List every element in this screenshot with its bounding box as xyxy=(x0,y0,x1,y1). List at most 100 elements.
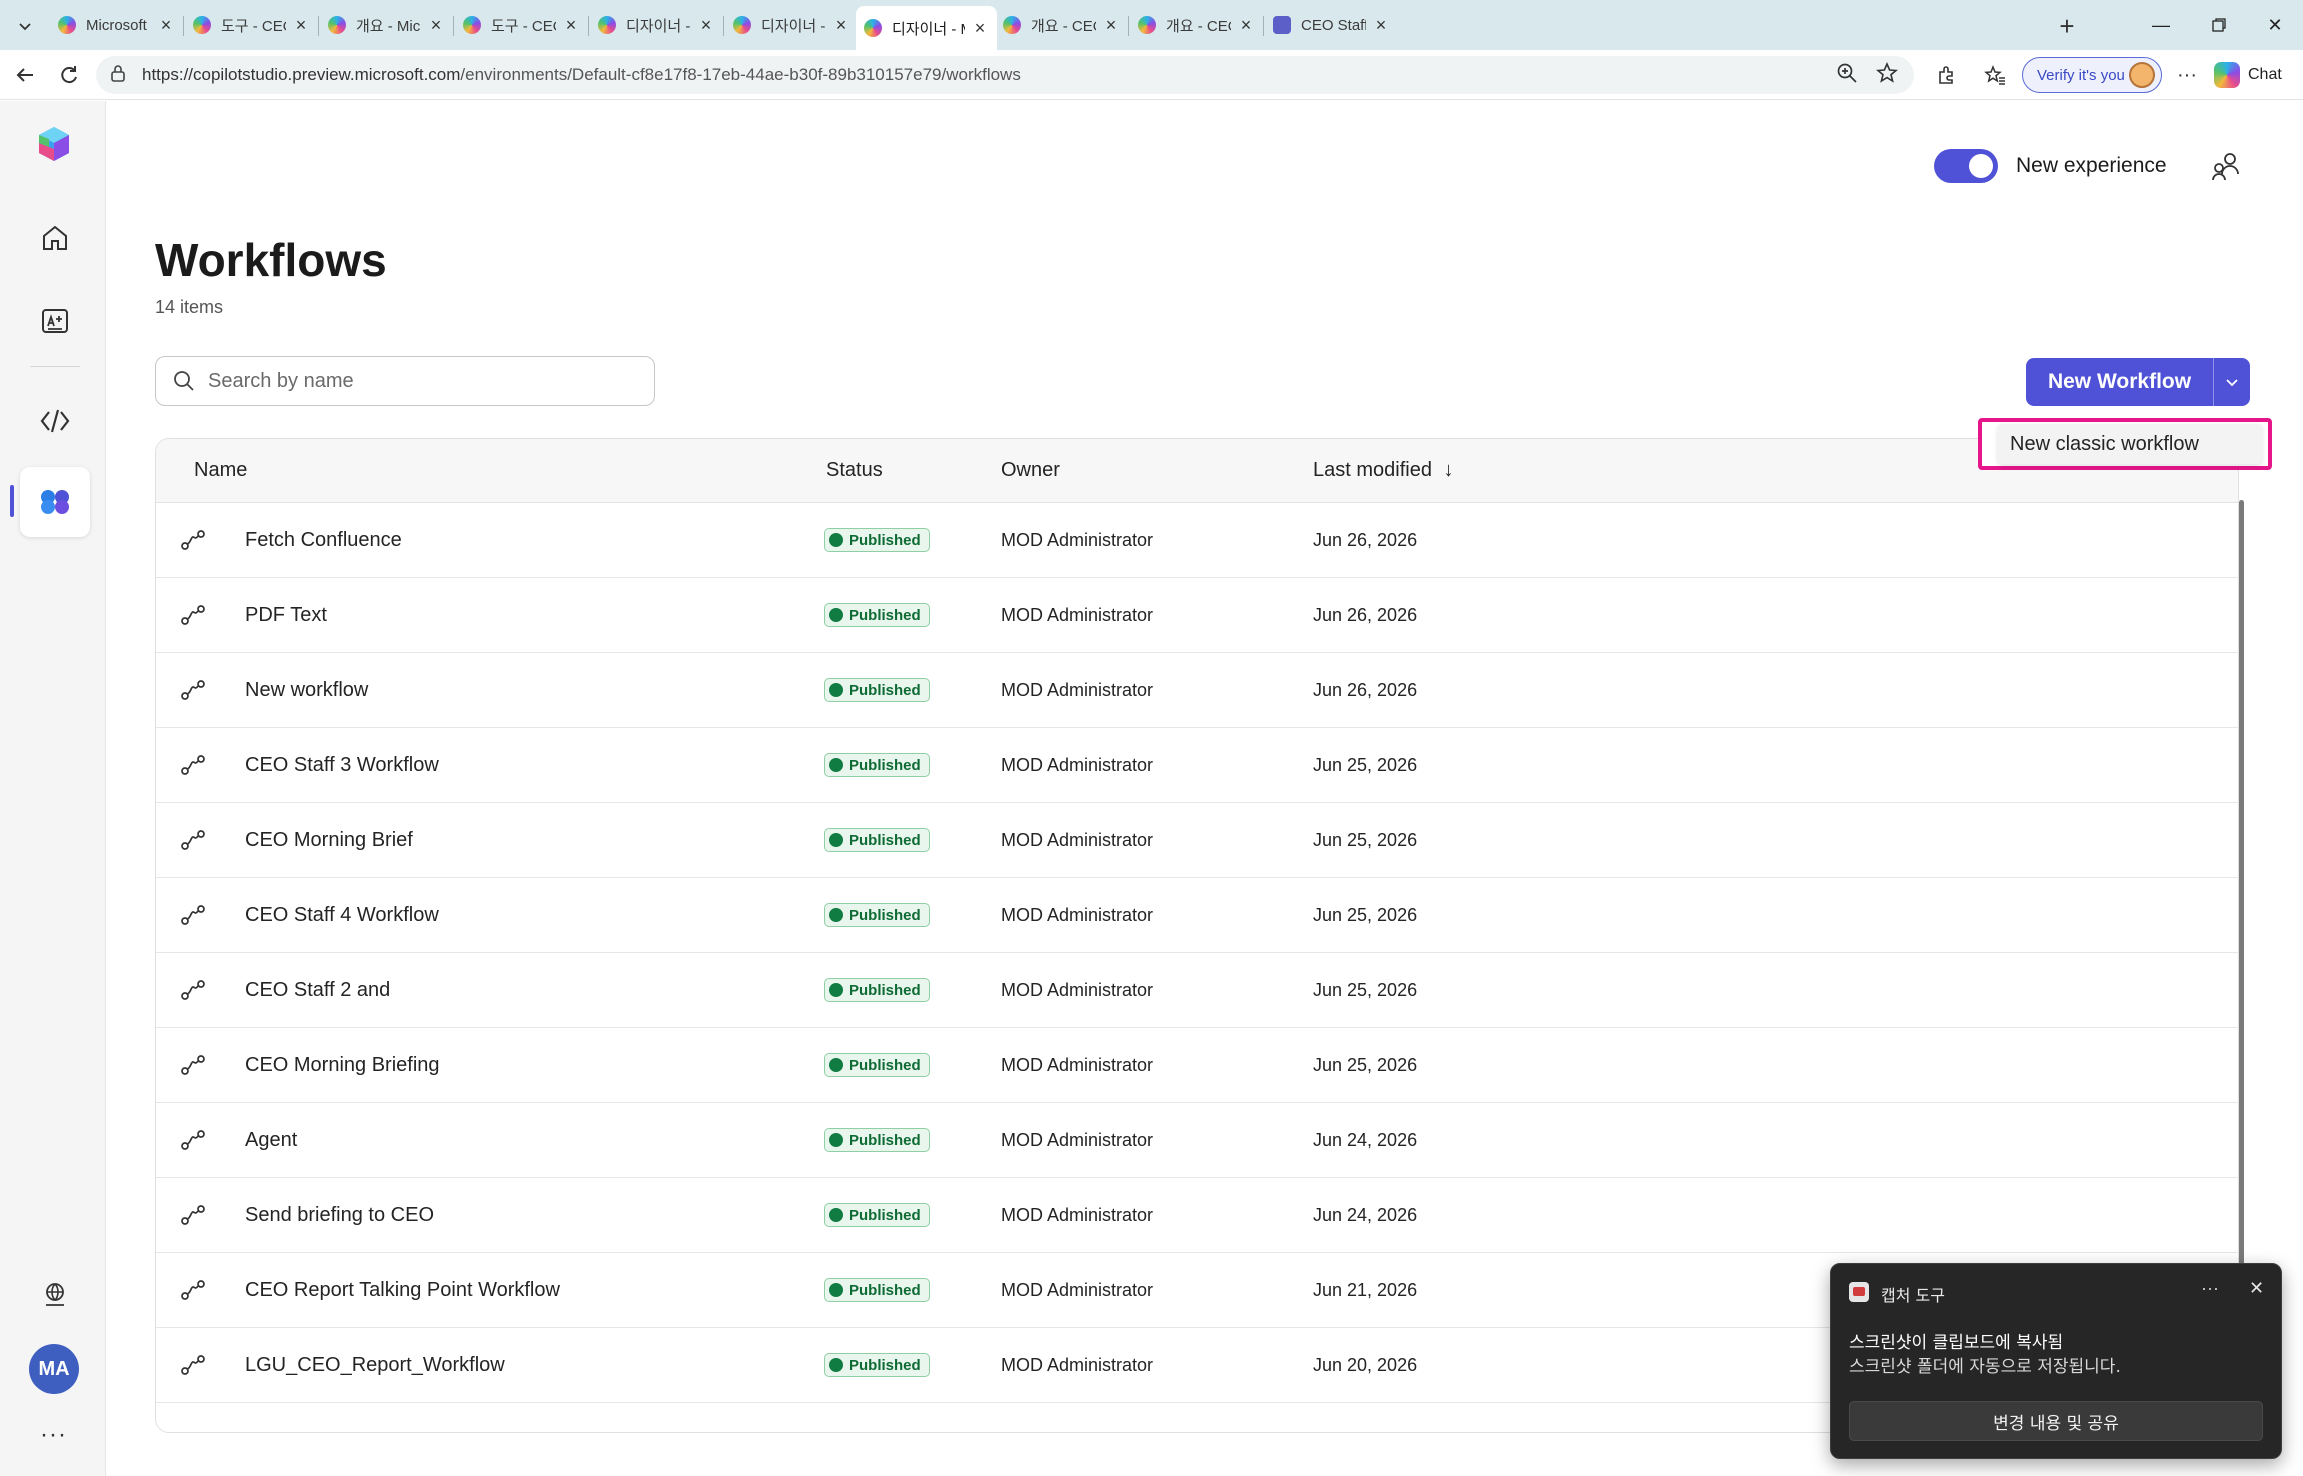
extensions-icon[interactable] xyxy=(1930,58,1964,92)
rail-more-button[interactable]: ··· xyxy=(40,1421,67,1449)
browser-tab[interactable]: 개요 - Microsoft Co × xyxy=(320,6,453,44)
workflow-name-link[interactable]: CEO Staff 4 Workflow xyxy=(245,904,439,927)
new-workflow-split-button: New Workflow xyxy=(2026,358,2250,406)
table-row[interactable]: CEO Staff 3 Workflow Published MOD Adminis… xyxy=(156,728,2238,803)
environment-nav-button[interactable] xyxy=(20,1259,90,1329)
table-row[interactable]: Agent Published MOD Administrator Jun 24, 2… xyxy=(156,1103,2238,1178)
column-header-owner[interactable]: Owner xyxy=(1001,459,1060,482)
close-window-button[interactable]: ✕ xyxy=(2250,8,2300,42)
people-settings-icon[interactable] xyxy=(2210,150,2242,182)
browser-tab[interactable]: 디자이너 - Microso × xyxy=(590,6,723,44)
url-path: /environments/Default-cf8e17f8-17eb-44ae… xyxy=(460,65,1021,84)
tab-close-icon[interactable]: × xyxy=(971,18,989,39)
tab-actions-menu-button[interactable] xyxy=(8,10,42,42)
table-row[interactable]: Fetch Confluence Published MOD Administrat… xyxy=(156,503,2238,578)
tab-separator xyxy=(1128,16,1129,36)
tab-title: CEO Staff | Microso xyxy=(1301,16,1366,34)
refresh-button[interactable] xyxy=(52,58,86,92)
workflow-name-link[interactable]: Fetch Confluence xyxy=(245,529,402,552)
workflow-name-link[interactable]: CEO Morning Briefing xyxy=(245,1054,440,1077)
table-row[interactable]: Send briefing to CEO Published MOD Adminis… xyxy=(156,1178,2238,1253)
table-row[interactable]: CEO Morning Briefing Published MOD Adminis… xyxy=(156,1028,2238,1103)
workflow-name-link[interactable]: CEO Staff 3 Workflow xyxy=(245,754,439,777)
user-avatar[interactable]: MA xyxy=(29,1344,79,1394)
copilot-icon xyxy=(2214,62,2240,88)
copilot-chat-button[interactable]: Chat xyxy=(2214,58,2282,92)
new-workflow-button[interactable]: New Workflow xyxy=(2026,358,2213,406)
notification-close-button[interactable]: ✕ xyxy=(2249,1278,2264,1299)
browser-tab[interactable]: CEO Staff | Microso × xyxy=(1265,6,1398,44)
favorite-star-icon[interactable] xyxy=(1875,61,1899,89)
table-row[interactable]: PDF Text Published MOD Administrator Jun 26… xyxy=(156,578,2238,653)
last-modified-cell: Jun 26, 2026 xyxy=(1313,530,1418,550)
browser-tab[interactable]: 디자이너 - Microso × xyxy=(725,6,858,44)
status-dot-icon xyxy=(829,1058,843,1072)
workflow-name-link[interactable]: CEO Morning Brief xyxy=(245,829,413,852)
workflow-name-link[interactable]: CEO Report Talking Point Workflow xyxy=(245,1279,560,1302)
tab-close-icon[interactable]: × xyxy=(157,15,175,36)
table-scrollbar[interactable] xyxy=(2239,500,2244,1270)
browser-tab[interactable]: Microsoft Copilot S × xyxy=(50,6,183,44)
code-brackets-icon xyxy=(40,409,70,433)
tools-nav-button[interactable] xyxy=(20,386,90,456)
tab-close-icon[interactable]: × xyxy=(832,15,850,36)
minimize-button[interactable]: — xyxy=(2136,8,2186,42)
table-row[interactable]: New workflow Published MOD Administrator Ju… xyxy=(156,653,2238,728)
search-box[interactable] xyxy=(155,356,655,406)
column-header-last-modified[interactable]: Last modified ↓ xyxy=(1313,459,1454,482)
workflow-name-link[interactable]: PDF Text xyxy=(245,604,327,627)
tab-close-icon[interactable]: × xyxy=(427,15,445,36)
browser-tab[interactable]: 디자이너 - Microso × xyxy=(856,6,997,50)
tab-close-icon[interactable]: × xyxy=(1372,15,1390,36)
workflow-icon xyxy=(180,903,206,927)
last-modified-cell: Jun 24, 2026 xyxy=(1313,1130,1418,1150)
tab-favicon-icon xyxy=(1273,16,1291,34)
workflows-nav-button[interactable] xyxy=(20,467,90,537)
tab-close-icon[interactable]: × xyxy=(292,15,310,36)
more-options-icon[interactable]: ··· xyxy=(2170,58,2204,92)
verify-identity-button[interactable]: Verify it's you xyxy=(2022,57,2162,93)
browser-tab[interactable]: 개요 - CEO Staff | M × xyxy=(1130,6,1263,44)
tab-separator xyxy=(1263,16,1264,36)
table-row[interactable]: CEO Morning Brief Published MOD Administra… xyxy=(156,803,2238,878)
new-workflow-dropdown-button[interactable] xyxy=(2214,358,2250,406)
chevron-down-icon xyxy=(19,23,31,31)
workflow-name-link[interactable]: CEO Staff 2 and xyxy=(245,979,390,1002)
status-badge: Published xyxy=(824,1278,930,1302)
browser-tab[interactable]: 도구 - CEO Staff | M × xyxy=(455,6,588,44)
zoom-icon[interactable] xyxy=(1836,62,1858,89)
new-tab-button[interactable]: + xyxy=(2050,10,2084,42)
favorites-icon[interactable] xyxy=(1978,58,2012,92)
notification-action-button[interactable]: 변경 내용 및 공유 xyxy=(1849,1401,2263,1441)
tab-close-icon[interactable]: × xyxy=(1102,15,1120,36)
new-classic-workflow-menu-item[interactable]: New classic workflow xyxy=(1998,424,2262,464)
tab-favicon-icon xyxy=(1138,16,1156,34)
last-modified-cell: Jun 25, 2026 xyxy=(1313,755,1418,775)
back-button[interactable] xyxy=(8,58,42,92)
tab-close-icon[interactable]: × xyxy=(697,15,715,36)
tab-close-icon[interactable]: × xyxy=(562,15,580,36)
url-field[interactable]: https://copilotstudio.preview.microsoft.… xyxy=(96,56,1914,94)
new-experience-toggle[interactable] xyxy=(1934,149,1998,183)
browser-tab[interactable]: 도구 - CEO Staff | M × xyxy=(185,6,318,44)
table-row[interactable]: CEO Staff 2 and Published MOD Administrato… xyxy=(156,953,2238,1028)
tab-favicon-icon xyxy=(733,16,751,34)
workflow-name-link[interactable]: Send briefing to CEO xyxy=(245,1204,434,1227)
create-nav-button[interactable] xyxy=(20,286,90,356)
restore-button[interactable] xyxy=(2194,8,2244,42)
home-nav-button[interactable] xyxy=(20,203,90,273)
column-header-status[interactable]: Status xyxy=(826,459,883,482)
search-input[interactable] xyxy=(208,369,608,393)
tab-title: 디자이너 - Microso xyxy=(892,20,965,38)
column-header-name[interactable]: Name xyxy=(194,459,247,482)
copilot-studio-logo[interactable] xyxy=(35,125,73,163)
workflow-name-link[interactable]: LGU_CEO_Report_Workflow xyxy=(245,1354,505,1377)
workflow-name-link[interactable]: Agent xyxy=(245,1129,297,1152)
workflow-name-link[interactable]: New workflow xyxy=(245,679,368,702)
browser-tab[interactable]: 개요 - CEO Staff Ge × xyxy=(995,6,1128,44)
workflow-icon xyxy=(180,528,206,552)
notification-more-button[interactable]: ··· xyxy=(2201,1278,2219,1299)
tab-close-icon[interactable]: × xyxy=(1237,15,1255,36)
table-row[interactable]: CEO Staff 4 Workflow Published MOD Adminis… xyxy=(156,878,2238,953)
status-text: Published xyxy=(849,606,921,624)
